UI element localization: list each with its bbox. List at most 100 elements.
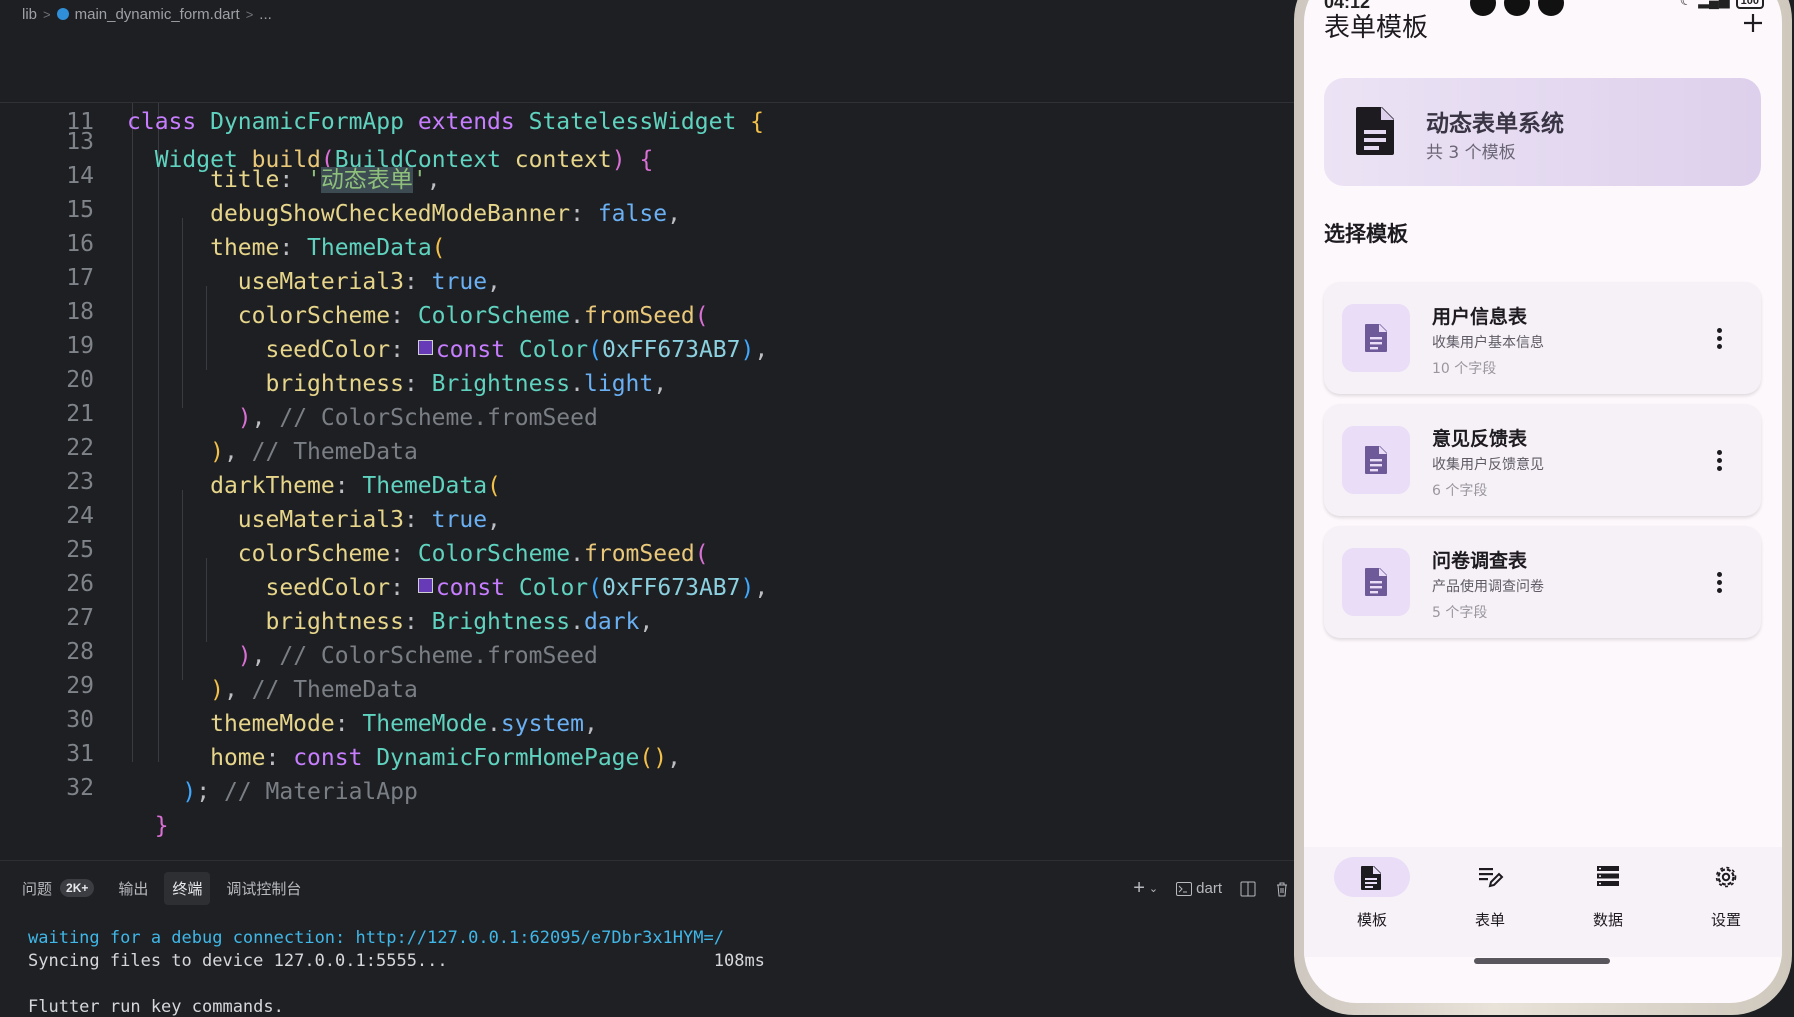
template-title: 问卷调查表: [1432, 550, 1528, 572]
nav-item-forms[interactable]: 表单: [1440, 857, 1540, 937]
nav-item-settings[interactable]: 设置: [1676, 857, 1776, 937]
add-icon[interactable]: [1740, 10, 1766, 36]
code-line[interactable]: 26 brightness: Brightness.dark,: [0, 527, 1300, 635]
document-icon: [1365, 568, 1387, 596]
more-vert-icon[interactable]: [1717, 328, 1723, 350]
breadcrumb-lib[interactable]: lib: [22, 6, 37, 23]
terminal-instance[interactable]: dart: [1176, 880, 1222, 897]
bottom-navigation: 模板 表单 数据 设置: [1304, 847, 1782, 957]
problems-count-badge: 2K+: [60, 879, 95, 897]
dart-file-icon: [56, 8, 69, 20]
template-icon-box: [1342, 426, 1410, 494]
battery-icon: 100: [1735, 0, 1764, 9]
breadcrumb-file[interactable]: main_dynamic_form.dart: [75, 6, 240, 23]
plus-icon: +: [1133, 877, 1145, 899]
tab-label: 输出: [118, 880, 149, 898]
tab-terminal[interactable]: 终端: [164, 871, 211, 905]
code-editor[interactable]: lib > main_dynamic_form.dart > ... 7 cla…: [0, 0, 1300, 860]
code-line[interactable]: 27 ), // ColorScheme.fromSeed: [0, 561, 1300, 669]
chevron-right-icon: >: [43, 6, 51, 22]
moon-icon: ☾: [1679, 0, 1693, 8]
chevron-right-icon: >: [245, 6, 254, 22]
sticky-code-line[interactable]: 7 class DynamicFormApp extends Stateless…: [0, 27, 1300, 135]
template-icon-box: [1342, 304, 1410, 372]
document-icon: [1365, 324, 1387, 352]
gear-icon: [1715, 866, 1737, 888]
template-description: 产品使用调查问卷: [1432, 579, 1544, 595]
template-card[interactable]: 问卷调查表 产品使用调查问卷 5 个字段: [1324, 526, 1761, 638]
page-title: 表单模板: [1324, 13, 1429, 43]
camera-icon: [1470, 0, 1496, 16]
template-description: 收集用户反馈意见: [1432, 457, 1544, 473]
template-field-count: 6 个字段: [1432, 483, 1488, 499]
nav-label: 模板: [1356, 911, 1387, 929]
code-line[interactable]: 25 seedColor: const Color(0xFF673AB7),: [0, 493, 1300, 601]
template-card[interactable]: 用户信息表 收集用户基本信息 10 个字段: [1324, 282, 1761, 394]
template-icon-box: [1342, 548, 1410, 616]
code-line[interactable]: 15 theme: ThemeData(: [0, 153, 1300, 261]
code-line[interactable]: 31 ); // MaterialApp: [0, 697, 1300, 805]
new-terminal-button[interactable]: + ⌄: [1133, 877, 1158, 900]
code-text: ); // MaterialApp: [182, 779, 418, 805]
app-screen: 04:12 ☾ ▂▄▆ 100 表单模板 动态表单系统 共 3 个模板 选择模板…: [1304, 0, 1782, 1003]
tab-label: 终端: [172, 880, 203, 898]
nav-item-data[interactable]: 数据: [1558, 857, 1658, 937]
template-title: 用户信息表: [1432, 306, 1528, 328]
tab-debug-console[interactable]: 调试控制台: [218, 872, 309, 905]
summary-subtitle: 共 3 个模板: [1426, 143, 1516, 163]
signal-icon: ▂▄▆: [1698, 0, 1730, 8]
storage-icon: [1597, 866, 1619, 886]
document-icon: [1356, 107, 1394, 155]
nav-item-templates[interactable]: 模板: [1322, 857, 1422, 937]
template-field-count: 10 个字段: [1432, 361, 1497, 377]
nav-label: 设置: [1710, 911, 1741, 929]
status-icons: ☾ ▂▄▆ 100: [1680, 0, 1764, 9]
breadcrumb: lib > main_dynamic_form.dart > ...: [22, 4, 272, 24]
code-line[interactable]: 23 useMaterial3: true,: [0, 425, 1300, 533]
code-text: }: [154, 813, 169, 839]
more-vert-icon[interactable]: [1717, 572, 1723, 594]
home-indicator[interactable]: [1474, 958, 1610, 964]
tab-label: 问题: [22, 880, 53, 898]
code-line[interactable]: 24 colorScheme: ColorScheme.fromSeed(: [0, 459, 1300, 567]
code-line[interactable]: 17 colorScheme: ColorScheme.fromSeed(: [0, 221, 1300, 329]
tab-label: 调试控制台: [226, 880, 302, 898]
code-line[interactable]: 14 debugShowCheckedModeBanner: false,: [0, 119, 1300, 227]
tab-output[interactable]: 输出: [110, 872, 156, 905]
template-card[interactable]: 意见反馈表 收集用户反馈意见 6 个字段: [1324, 404, 1761, 516]
nav-label: 数据: [1592, 911, 1623, 929]
code-line[interactable]: 19 brightness: Brightness.light,: [0, 289, 1300, 397]
template-field-count: 5 个字段: [1432, 605, 1488, 621]
bottom-panel: 问题 2K+ 输出 终端 调试控制台 + ⌄ dart waiting for …: [0, 860, 1300, 1017]
document-icon: [1365, 446, 1387, 474]
more-vert-icon[interactable]: [1717, 450, 1723, 472]
summary-title: 动态表单系统: [1426, 111, 1564, 137]
terminal-icon: [1176, 881, 1193, 896]
code-line[interactable]: 28 ), // ThemeData: [0, 595, 1300, 703]
terminal-output-line: Flutter run key commands.: [28, 997, 284, 1017]
code-line[interactable]: 30 home: const DynamicFormHomePage(),: [0, 663, 1300, 771]
code-line[interactable]: 16 useMaterial3: true,: [0, 187, 1300, 295]
section-title: 选择模板: [1324, 222, 1408, 246]
template-description: 收集用户基本信息: [1432, 335, 1544, 351]
line-number: 32: [66, 775, 94, 801]
split-terminal-icon[interactable]: [1240, 881, 1256, 897]
terminal-output-line: waiting for a debug connection: http://1…: [28, 928, 724, 948]
document-icon: [1361, 866, 1381, 890]
code-line[interactable]: 13 title: '动态表单',: [0, 85, 1300, 193]
code-line[interactable]: 18 seedColor: const Color(0xFF673AB7),: [0, 255, 1300, 363]
code-line[interactable]: 22 darkTheme: ThemeData(: [0, 391, 1300, 499]
camera-icon: [1504, 0, 1530, 16]
code-line[interactable]: 32 }: [0, 731, 1300, 839]
template-title: 意见反馈表: [1432, 428, 1528, 450]
tab-problems[interactable]: 问题 2K+: [14, 872, 102, 905]
phone-emulator: 04:12 ☾ ▂▄▆ 100 表单模板 动态表单系统 共 3 个模板 选择模板…: [1304, 0, 1782, 1003]
code-line[interactable]: 20 ), // ColorScheme.fromSeed: [0, 323, 1300, 431]
terminal-name: dart: [1196, 880, 1222, 897]
trash-icon[interactable]: [1274, 881, 1290, 897]
panel-tabs: 问题 2K+ 输出 终端 调试控制台: [14, 871, 309, 905]
code-line[interactable]: 29 themeMode: ThemeMode.system,: [0, 629, 1300, 737]
chevron-down-icon[interactable]: ⌄: [1149, 882, 1158, 895]
code-line[interactable]: 21 ), // ThemeData: [0, 357, 1300, 465]
breadcrumb-symbol[interactable]: ...: [259, 6, 272, 23]
